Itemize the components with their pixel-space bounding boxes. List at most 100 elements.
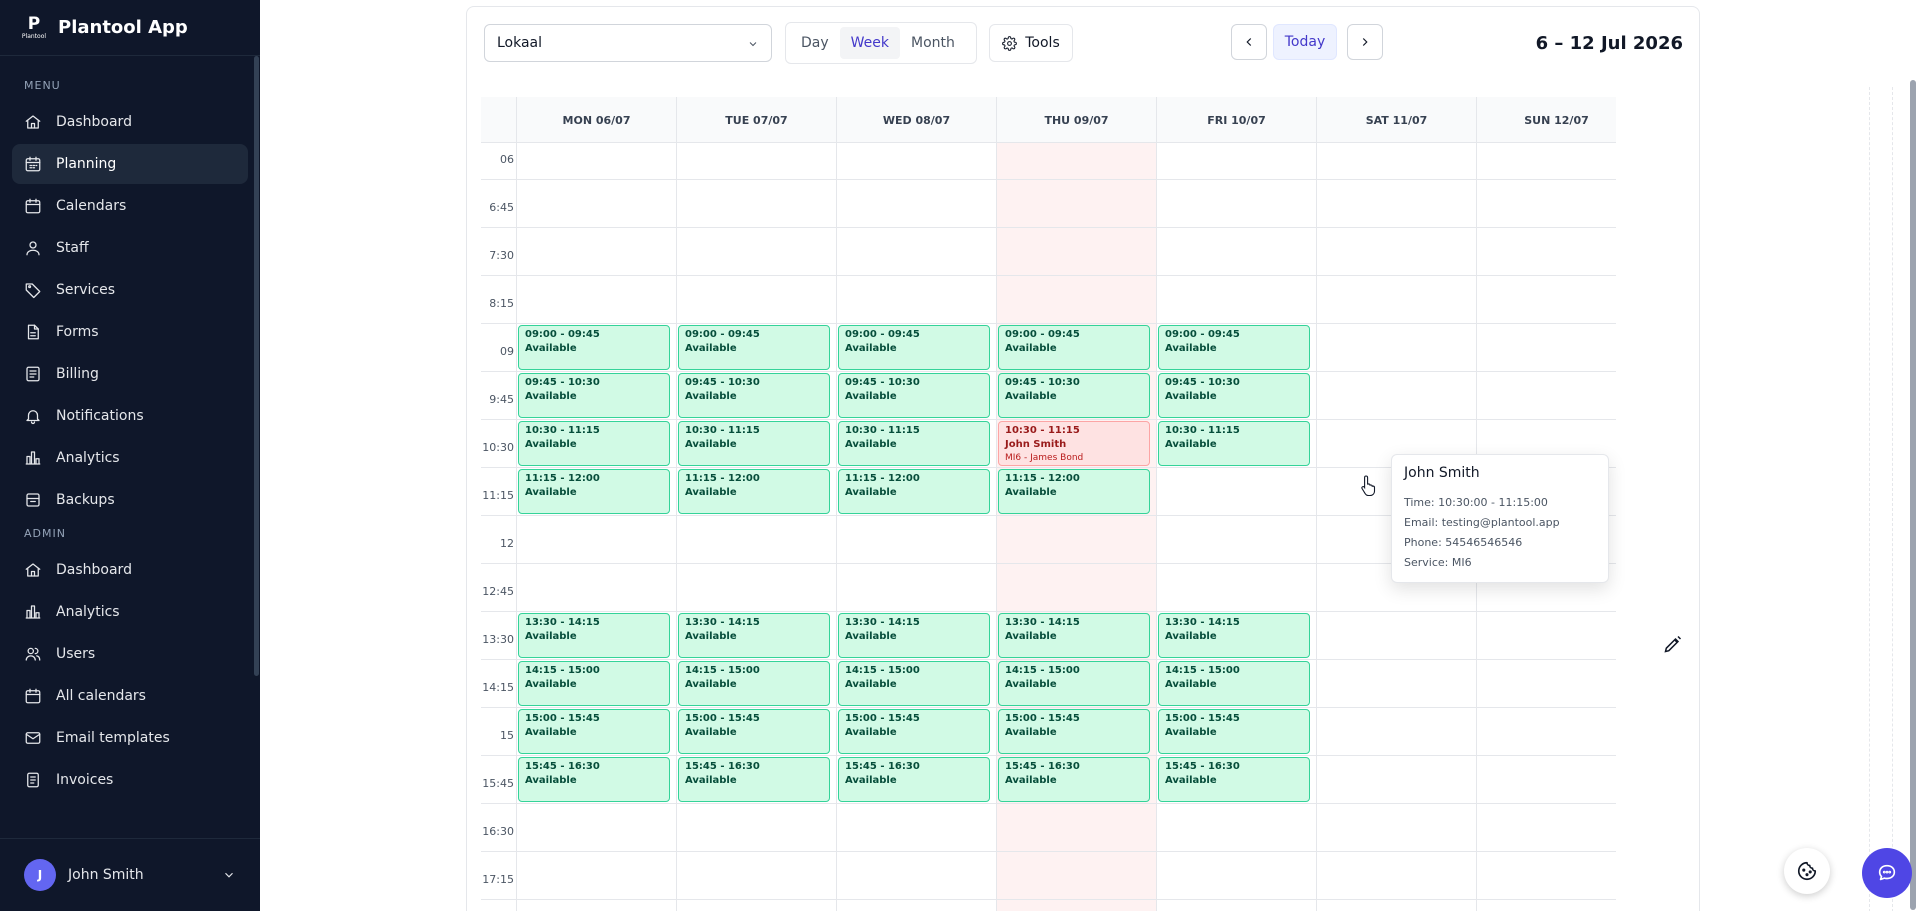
home-icon bbox=[25, 115, 41, 129]
sidebar-item-analytics[interactable]: Analytics bbox=[12, 438, 248, 478]
day-header[interactable]: FRI 10/07 bbox=[1156, 97, 1316, 143]
available-slot[interactable]: 09:45 - 10:30 Available bbox=[518, 373, 670, 418]
available-slot[interactable]: 09:00 - 09:45 Available bbox=[1158, 325, 1310, 370]
pen-icon[interactable] bbox=[1663, 634, 1683, 654]
available-slot[interactable]: 10:30 - 11:15 Available bbox=[838, 421, 990, 466]
sidebar-item-dashboard[interactable]: Dashboard bbox=[12, 102, 248, 142]
available-slot[interactable]: 09:00 - 09:45 Available bbox=[678, 325, 830, 370]
day-header[interactable]: WED 08/07 bbox=[836, 97, 996, 143]
time-label: 14:15 bbox=[482, 681, 514, 694]
row-divider bbox=[481, 755, 1616, 756]
available-slot[interactable]: 15:00 - 15:45 Available bbox=[678, 709, 830, 754]
available-slot[interactable]: 15:45 - 16:30 Available bbox=[998, 757, 1150, 802]
available-slot[interactable]: 14:15 - 15:00 Available bbox=[998, 661, 1150, 706]
available-slot[interactable]: 15:00 - 15:45 Available bbox=[838, 709, 990, 754]
nav-item-label: Analytics bbox=[56, 604, 120, 620]
available-slot[interactable]: 09:00 - 09:45 Available bbox=[998, 325, 1150, 370]
available-slot[interactable]: 09:45 - 10:30 Available bbox=[678, 373, 830, 418]
slot-time: 15:45 - 16:30 bbox=[1005, 761, 1080, 772]
admin-item-all-calendars[interactable]: All calendars bbox=[12, 676, 248, 716]
sidebar-item-planning[interactable]: Planning bbox=[12, 144, 248, 184]
slot-status: Available bbox=[1165, 679, 1217, 690]
available-slot[interactable]: 14:15 - 15:00 Available bbox=[678, 661, 830, 706]
admin-item-analytics[interactable]: Analytics bbox=[12, 592, 248, 632]
row-divider bbox=[481, 371, 1616, 372]
available-slot[interactable]: 09:00 - 09:45 Available bbox=[838, 325, 990, 370]
cookie-settings-button[interactable] bbox=[1784, 848, 1830, 894]
admin-item-email-templates[interactable]: Email templates bbox=[12, 718, 248, 758]
available-slot[interactable]: 15:00 - 15:45 Available bbox=[998, 709, 1150, 754]
available-slot[interactable]: 15:45 - 16:30 Available bbox=[838, 757, 990, 802]
available-slot[interactable]: 11:15 - 12:00 Available bbox=[518, 469, 670, 514]
brand[interactable]: P Plantool Plantool App bbox=[0, 0, 260, 56]
view-month-button[interactable]: Month bbox=[900, 27, 966, 59]
tools-button[interactable]: Tools bbox=[989, 24, 1073, 62]
slot-time: 10:30 - 11:15 bbox=[685, 425, 760, 436]
available-slot[interactable]: 15:45 - 16:30 Available bbox=[678, 757, 830, 802]
slot-status: Available bbox=[1005, 343, 1057, 354]
calendar-icon bbox=[25, 198, 41, 214]
available-slot[interactable]: 14:15 - 15:00 Available bbox=[838, 661, 990, 706]
chevron-down-icon bbox=[749, 42, 757, 47]
sidebar-item-billing[interactable]: Billing bbox=[12, 354, 248, 394]
admin-item-invoices[interactable]: Invoices bbox=[12, 760, 248, 800]
slot-status: Available bbox=[685, 631, 737, 642]
sidebar-item-forms[interactable]: Forms bbox=[12, 312, 248, 352]
sidebar-item-staff[interactable]: Staff bbox=[12, 228, 248, 268]
available-slot[interactable]: 09:45 - 10:30 Available bbox=[998, 373, 1150, 418]
available-slot[interactable]: 13:30 - 14:15 Available bbox=[838, 613, 990, 658]
time-label: 15:45 bbox=[482, 777, 514, 790]
view-day-button[interactable]: Day bbox=[790, 27, 840, 59]
next-week-button[interactable] bbox=[1347, 24, 1383, 60]
available-slot[interactable]: 13:30 - 14:15 Available bbox=[998, 613, 1150, 658]
available-slot[interactable]: 09:45 - 10:30 Available bbox=[838, 373, 990, 418]
chat-button[interactable] bbox=[1862, 848, 1912, 898]
day-header[interactable]: THU 09/07 bbox=[996, 97, 1156, 143]
time-label: 8:15 bbox=[489, 297, 514, 310]
brand-name: Plantool App bbox=[58, 17, 188, 38]
slot-status: Available bbox=[685, 391, 737, 402]
chevron-down-icon[interactable] bbox=[222, 868, 236, 882]
user-menu[interactable]: J John Smith bbox=[0, 838, 260, 911]
available-slot[interactable]: 14:15 - 15:00 Available bbox=[1158, 661, 1310, 706]
booked-slot[interactable]: 10:30 - 11:15 John Smith MI6 - James Bond bbox=[998, 421, 1150, 466]
slot-status: Available bbox=[525, 343, 577, 354]
day-header[interactable]: MON 06/07 bbox=[516, 97, 676, 143]
admin-item-users[interactable]: Users bbox=[12, 634, 248, 674]
menu-section-label: MENU bbox=[24, 79, 61, 92]
row-divider bbox=[481, 659, 1616, 660]
sidebar-item-notifications[interactable]: Notifications bbox=[12, 396, 248, 436]
view-week-button[interactable]: Week bbox=[839, 27, 901, 59]
available-slot[interactable]: 09:45 - 10:30 Available bbox=[1158, 373, 1310, 418]
available-slot[interactable]: 10:30 - 11:15 Available bbox=[678, 421, 830, 466]
slot-status: Available bbox=[1005, 487, 1057, 498]
available-slot[interactable]: 10:30 - 11:15 Available bbox=[518, 421, 670, 466]
day-header[interactable]: SAT 11/07 bbox=[1316, 97, 1476, 143]
slot-status: John Smith bbox=[1005, 439, 1067, 450]
day-header[interactable]: SUN 12/07 bbox=[1476, 97, 1616, 143]
available-slot[interactable]: 10:30 - 11:15 Available bbox=[1158, 421, 1310, 466]
available-slot[interactable]: 13:30 - 14:15 Available bbox=[1158, 613, 1310, 658]
available-slot[interactable]: 15:45 - 16:30 Available bbox=[1158, 757, 1310, 802]
available-slot[interactable]: 15:00 - 15:45 Available bbox=[1158, 709, 1310, 754]
available-slot[interactable]: 14:15 - 15:00 Available bbox=[518, 661, 670, 706]
row-divider bbox=[481, 323, 1616, 324]
available-slot[interactable]: 11:15 - 12:00 Available bbox=[678, 469, 830, 514]
location-select[interactable]: Lokaal bbox=[484, 24, 772, 62]
available-slot[interactable]: 15:00 - 15:45 Available bbox=[518, 709, 670, 754]
sidebar-item-backups[interactable]: Backups bbox=[12, 480, 248, 520]
sidebar-item-services[interactable]: Services bbox=[12, 270, 248, 310]
day-header[interactable]: TUE 07/07 bbox=[676, 97, 836, 143]
previous-week-button[interactable] bbox=[1231, 24, 1267, 60]
page-scrollbar[interactable] bbox=[1910, 80, 1916, 910]
available-slot[interactable]: 13:30 - 14:15 Available bbox=[678, 613, 830, 658]
available-slot[interactable]: 11:15 - 12:00 Available bbox=[838, 469, 990, 514]
today-button[interactable]: Today bbox=[1273, 24, 1337, 60]
sidebar-scrollbar[interactable] bbox=[254, 56, 259, 676]
available-slot[interactable]: 15:45 - 16:30 Available bbox=[518, 757, 670, 802]
available-slot[interactable]: 13:30 - 14:15 Available bbox=[518, 613, 670, 658]
sidebar-item-calendars[interactable]: Calendars bbox=[12, 186, 248, 226]
admin-item-dashboard[interactable]: Dashboard bbox=[12, 550, 248, 590]
available-slot[interactable]: 09:00 - 09:45 Available bbox=[518, 325, 670, 370]
available-slot[interactable]: 11:15 - 12:00 Available bbox=[998, 469, 1150, 514]
